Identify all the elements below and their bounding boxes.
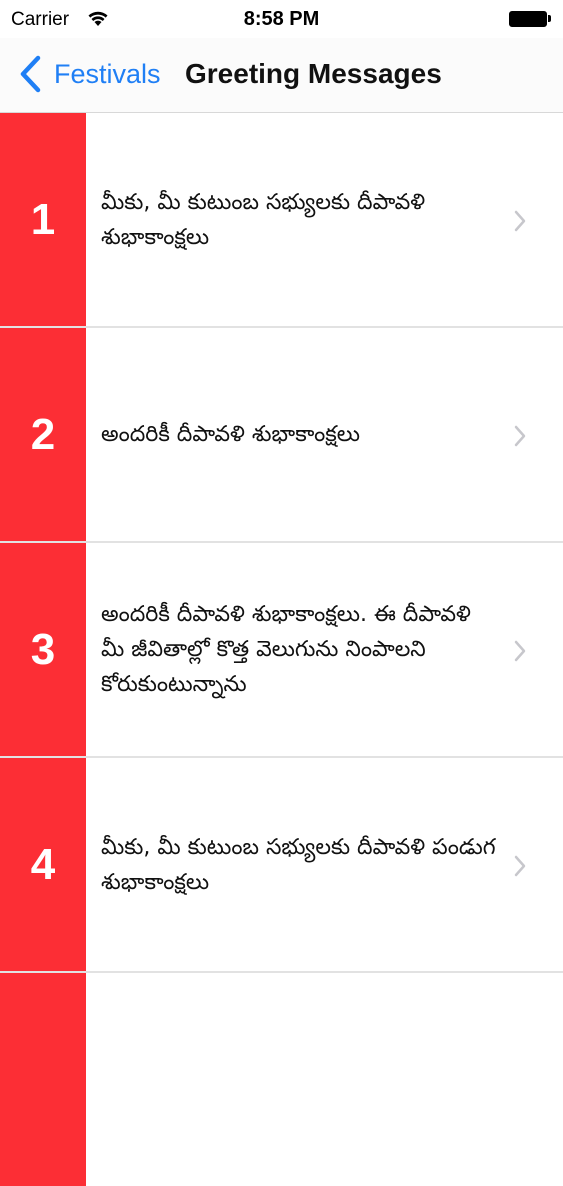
message-number: 4: [0, 758, 86, 971]
list-item[interactable]: 4 మీకు, మీ కుటుంబ సభ్యులకు దీపావళి పండుగ…: [0, 758, 563, 973]
message-number-partial: [0, 973, 86, 1186]
message-text: మీకు, మీ కుటుంబ సభ్యులకు దీపావళి పండుగ శ…: [101, 834, 496, 895]
battery-icon: [509, 11, 551, 27]
chevron-right-icon: [514, 640, 526, 662]
messages-list: 1 మీకు, మీ కుటుంబ సభ్యులకు దీపావళి శుభాక…: [0, 113, 563, 1186]
list-item[interactable]: 3 అందరికీ దీపావళి శుభాకాంక్షలు. ఈ దీపావళ…: [0, 543, 563, 758]
message-text: అందరికీ దీపావళి శుభాకాంక్షలు. ఈ దీపావళి …: [101, 602, 471, 697]
navigation-bar: Festivals Greeting Messages: [0, 38, 563, 113]
chevron-left-icon: [20, 55, 41, 93]
status-bar: Carrier 8:58 PM: [0, 0, 563, 38]
clock: 8:58 PM: [243, 8, 320, 30]
message-text: మీకు, మీ కుటుంబ సభ్యులకు దీపావళి శుభాకాం…: [101, 189, 426, 250]
chevron-right-icon: [514, 425, 526, 447]
list-item[interactable]: [0, 973, 563, 1186]
message-text: అందరికీ దీపావళి శుభాకాంక్షలు: [101, 422, 360, 447]
list-item[interactable]: 2 అందరికీ దీపావళి శుభాకాంక్షలు: [0, 328, 563, 543]
message-number: 3: [0, 543, 86, 756]
back-button[interactable]: Festivals: [18, 52, 161, 96]
page-title: Greeting Messages: [185, 58, 442, 89]
chevron-right-icon: [514, 855, 526, 877]
message-number: 2: [0, 328, 86, 541]
back-label: Festivals: [54, 58, 161, 89]
message-number: 1: [0, 113, 86, 326]
list-item[interactable]: 1 మీకు, మీ కుటుంబ సభ్యులకు దీపావళి శుభాక…: [0, 113, 563, 328]
chevron-right-icon: [514, 210, 526, 232]
